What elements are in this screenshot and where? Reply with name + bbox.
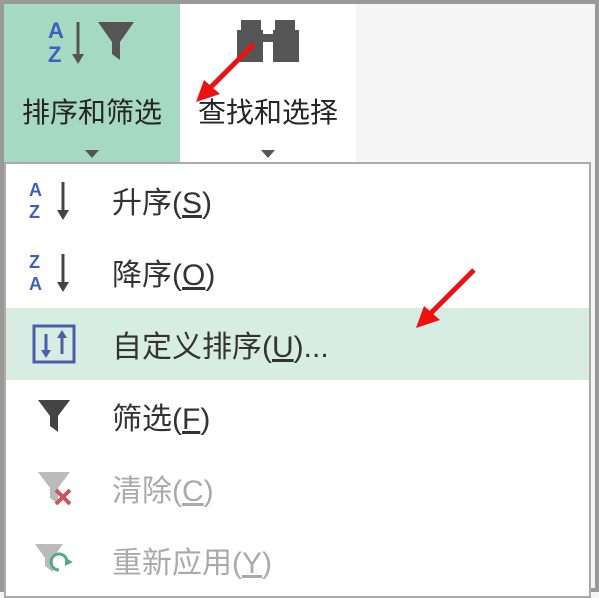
sort-and-filter-dropdown: A Z 升序(S) Z A 降序(O)	[4, 162, 591, 598]
menu-item-label: 筛选(F)	[112, 394, 210, 438]
menu-item-label: 清除(C)	[112, 466, 214, 510]
binoculars-icon	[233, 12, 303, 70]
sort-and-filter-label: 排序和筛选	[22, 91, 162, 131]
menu-item-label: 自定义排序(U)...	[112, 322, 329, 366]
svg-text:A: A	[29, 180, 42, 200]
clear-filter-icon	[26, 468, 82, 508]
menu-item-sort-ascending[interactable]: A Z 升序(S)	[6, 164, 589, 236]
svg-text:Z: Z	[29, 252, 40, 272]
sort-asc-icon: A Z	[26, 178, 82, 222]
find-and-select-button[interactable]: 查找和选择	[180, 4, 356, 162]
chevron-down-icon	[85, 150, 99, 158]
svg-text:Z: Z	[48, 42, 61, 66]
menu-item-filter[interactable]: 筛选(F)	[6, 380, 589, 452]
menu-item-label: 重新应用(Y)	[112, 538, 272, 582]
svg-text:Z: Z	[29, 202, 40, 222]
sort-desc-icon: Z A	[26, 250, 82, 294]
custom-sort-icon	[26, 324, 82, 364]
find-and-select-label: 查找和选择	[198, 91, 338, 131]
menu-item-label: 降序(O)	[112, 250, 215, 294]
svg-text:A: A	[48, 18, 64, 43]
sort-and-filter-icon: A Z	[46, 12, 138, 70]
funnel-icon	[26, 396, 82, 436]
reapply-filter-icon	[26, 540, 82, 580]
menu-item-clear: 清除(C)	[6, 452, 589, 524]
sort-and-filter-button[interactable]: A Z 排序和筛选	[4, 4, 180, 162]
menu-item-reapply: 重新应用(Y)	[6, 524, 589, 596]
menu-item-sort-descending[interactable]: Z A 降序(O)	[6, 236, 589, 308]
menu-item-custom-sort[interactable]: 自定义排序(U)...	[6, 308, 589, 380]
chevron-down-icon	[261, 150, 275, 158]
svg-text:A: A	[29, 274, 42, 294]
menu-item-label: 升序(S)	[112, 178, 212, 222]
funnel-icon	[94, 16, 138, 66]
ribbon-editing-section: A Z 排序和筛选 查找和选择	[4, 4, 595, 162]
